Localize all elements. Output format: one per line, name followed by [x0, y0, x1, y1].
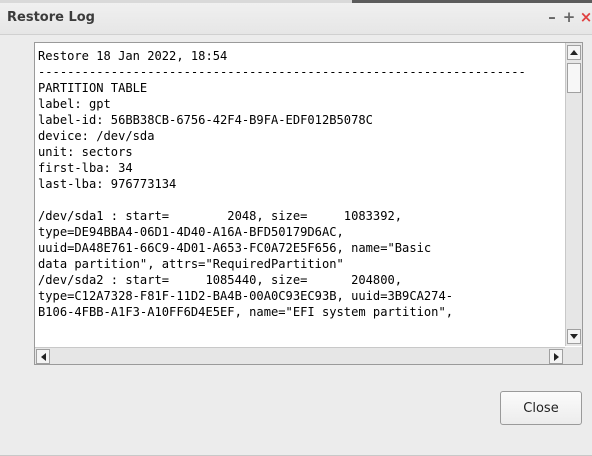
scroll-up-button[interactable]: [567, 45, 581, 60]
log-line: type=DE94BBA4-06D1-4D40-A16A-BFD50179D6A…: [38, 225, 344, 239]
scrollbar-corner: [565, 347, 582, 364]
arrow-right-icon: [553, 352, 559, 361]
arrow-down-icon: [570, 334, 578, 339]
scroll-right-button[interactable]: [549, 349, 563, 364]
arrow-up-icon: [570, 50, 578, 55]
title-bar[interactable]: Restore Log – + ×: [0, 3, 592, 35]
vertical-scroll-thumb[interactable]: [567, 63, 581, 93]
log-line: /dev/sda1 : start= 2048, size= 1083392,: [38, 209, 403, 223]
log-line: PARTITION TABLE: [38, 81, 148, 95]
log-line: unit: sectors: [38, 145, 133, 159]
log-line: last-lba: 976773134: [38, 177, 177, 191]
log-line: ----------------------------------------…: [38, 65, 526, 79]
vertical-scrollbar[interactable]: [565, 43, 582, 346]
log-line: device: /dev/sda: [38, 129, 155, 143]
log-line: Restore 18 Jan 2022, 18:54: [38, 49, 228, 63]
log-line: data partition", attrs="RequiredPartitio…: [38, 257, 344, 271]
log-line: B106-4FBB-A1F3-A10FF6D4E5EF, name="EFI s…: [38, 305, 454, 319]
arrow-left-icon: [40, 352, 46, 361]
log-text-area[interactable]: Restore 18 Jan 2022, 18:54 --------------…: [34, 42, 583, 365]
window-title: Restore Log: [7, 10, 95, 25]
close-button[interactable]: Close: [500, 391, 582, 425]
horizontal-scrollbar[interactable]: [35, 347, 565, 364]
close-window-icon[interactable]: ×: [578, 7, 592, 27]
log-line: uuid=DA48E761-66C9-4D01-A653-FC0A72E5F65…: [38, 241, 432, 255]
log-line: label-id: 56BB38CB-6756-42F4-B9FA-EDF012…: [38, 113, 373, 127]
log-line: label: gpt: [38, 97, 111, 111]
minimize-icon[interactable]: –: [544, 7, 560, 27]
log-line: type=C12A7328-F81F-11D2-BA4B-00A0C93EC93…: [38, 289, 454, 303]
scroll-down-button[interactable]: [567, 329, 581, 344]
log-content[interactable]: Restore 18 Jan 2022, 18:54 --------------…: [38, 48, 563, 344]
scroll-left-button[interactable]: [36, 349, 50, 364]
log-line: first-lba: 34: [38, 161, 133, 175]
log-line: /dev/sda2 : start= 1085440, size= 204800…: [38, 273, 403, 287]
maximize-icon[interactable]: +: [561, 7, 577, 27]
